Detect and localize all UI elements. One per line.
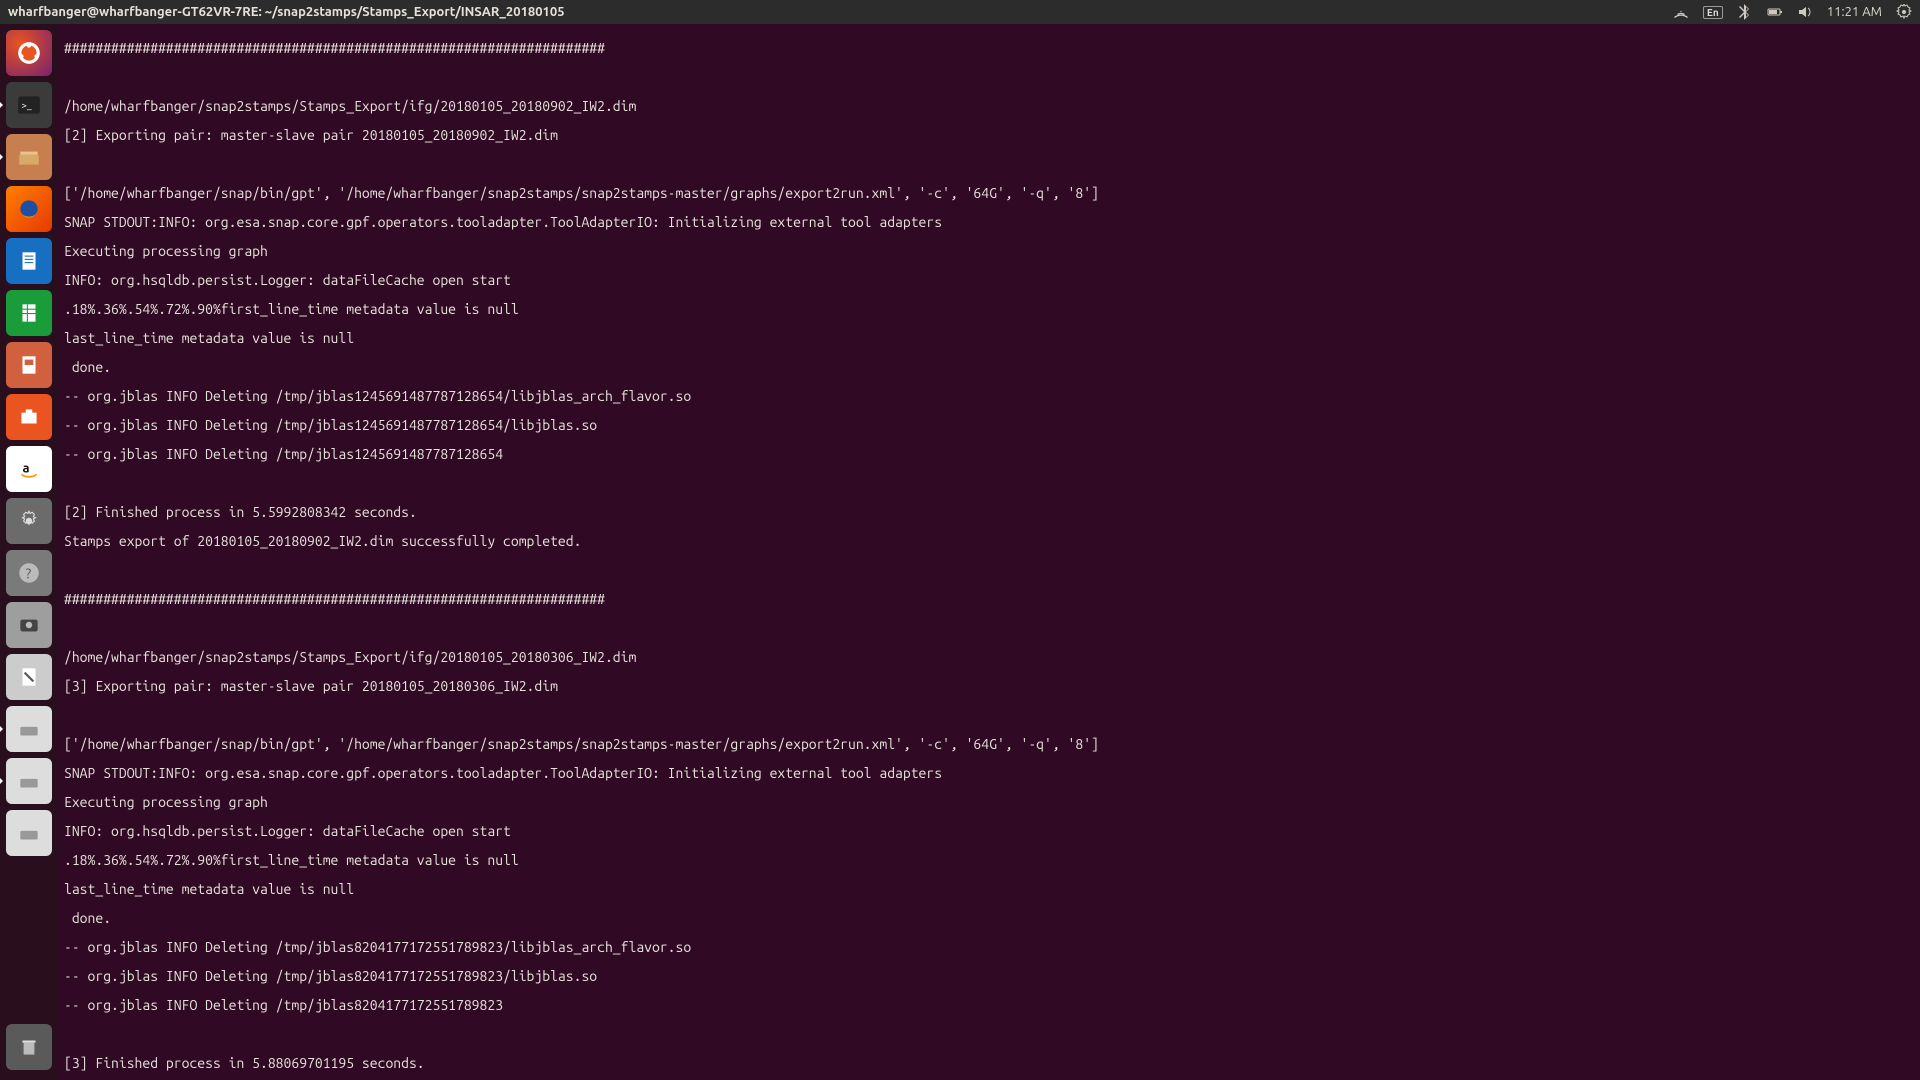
software-app-icon[interactable] — [6, 394, 52, 440]
output-line — [64, 563, 1914, 578]
output-line — [64, 476, 1914, 491]
disk-mount-icon-2[interactable] — [6, 758, 52, 804]
screenshot-app-icon[interactable] — [6, 602, 52, 648]
launcher-dock: >_ a ? — [0, 24, 58, 1080]
top-panel: wharfbanger@wharfbanger-GT62VR-7RE: ~/sn… — [0, 0, 1920, 24]
svg-text:?: ? — [26, 565, 32, 581]
output-line: /home/wharfbanger/snap2stamps/Stamps_Exp… — [64, 650, 1914, 665]
output-line: -- org.jblas INFO Deleting /tmp/jblas124… — [64, 389, 1914, 404]
output-line: done. — [64, 911, 1914, 926]
output-line: [3] Finished process in 5.88069701195 se… — [64, 1056, 1914, 1071]
disk-mount-icon-3[interactable] — [6, 810, 52, 856]
output-line: last_line_time metadata value is null — [64, 882, 1914, 897]
output-line: last_line_time metadata value is null — [64, 331, 1914, 346]
writer-app-icon[interactable] — [6, 238, 52, 284]
clock-text[interactable]: 11:21 AM — [1827, 5, 1882, 19]
output-line: /home/wharfbanger/snap2stamps/Stamps_Exp… — [64, 99, 1914, 114]
terminal-output[interactable]: ########################################… — [58, 24, 1920, 1080]
volume-icon[interactable] — [1797, 4, 1813, 20]
output-line: ['/home/wharfbanger/snap/bin/gpt', '/hom… — [64, 186, 1914, 201]
svg-text:a: a — [23, 461, 30, 475]
disk-mount-icon[interactable] — [6, 706, 52, 752]
output-line: -- org.jblas INFO Deleting /tmp/jblas820… — [64, 998, 1914, 1013]
output-line: ['/home/wharfbanger/snap/bin/gpt', '/hom… — [64, 737, 1914, 752]
output-line: SNAP STDOUT:INFO: org.esa.snap.core.gpf.… — [64, 766, 1914, 781]
output-line — [64, 621, 1914, 636]
files-app-icon[interactable] — [6, 134, 52, 180]
gear-icon[interactable] — [1896, 4, 1912, 20]
window-title: wharfbanger@wharfbanger-GT62VR-7RE: ~/sn… — [8, 5, 565, 19]
settings-app-icon[interactable] — [6, 498, 52, 544]
output-line: -- org.jblas INFO Deleting /tmp/jblas820… — [64, 969, 1914, 984]
output-line: INFO: org.hsqldb.persist.Logger: dataFil… — [64, 273, 1914, 288]
output-line — [64, 708, 1914, 723]
output-line: INFO: org.hsqldb.persist.Logger: dataFil… — [64, 824, 1914, 839]
output-line: .18%.36%.54%.72%.90%first_line_time meta… — [64, 853, 1914, 868]
help-app-icon[interactable]: ? — [6, 550, 52, 596]
output-line: SNAP STDOUT:INFO: org.esa.snap.core.gpf.… — [64, 215, 1914, 230]
output-line: -- org.jblas INFO Deleting /tmp/jblas820… — [64, 940, 1914, 955]
calc-app-icon[interactable] — [6, 290, 52, 336]
output-line: [2] Exporting pair: master-slave pair 20… — [64, 128, 1914, 143]
trash-icon[interactable] — [6, 1024, 52, 1070]
output-line: Executing processing graph — [64, 795, 1914, 810]
text-editor-app-icon[interactable] — [6, 654, 52, 700]
output-line — [64, 70, 1914, 85]
separator-line: ########################################… — [64, 592, 1914, 607]
output-line — [64, 157, 1914, 172]
output-line: done. — [64, 360, 1914, 375]
output-line: -- org.jblas INFO Deleting /tmp/jblas124… — [64, 447, 1914, 462]
output-line: -- org.jblas INFO Deleting /tmp/jblas124… — [64, 418, 1914, 433]
output-line — [64, 1027, 1914, 1042]
bluetooth-icon[interactable] — [1737, 4, 1753, 20]
impress-app-icon[interactable] — [6, 342, 52, 388]
output-line: Stamps export of 20180105_20180902_IW2.d… — [64, 534, 1914, 549]
output-line: .18%.36%.54%.72%.90%first_line_time meta… — [64, 302, 1914, 317]
output-line: Executing processing graph — [64, 244, 1914, 259]
terminal-app-icon[interactable]: >_ — [6, 82, 52, 128]
firefox-app-icon[interactable] — [6, 186, 52, 232]
battery-icon[interactable] — [1767, 4, 1783, 20]
output-line: [2] Finished process in 5.5992808342 sec… — [64, 505, 1914, 520]
dash-home-icon[interactable] — [6, 30, 52, 76]
separator-line: ########################################… — [64, 41, 1914, 56]
svg-text:>_: >_ — [21, 99, 31, 110]
input-source-indicator[interactable]: En — [1703, 6, 1723, 19]
network-icon[interactable] — [1673, 4, 1689, 20]
output-line: [3] Exporting pair: master-slave pair 20… — [64, 679, 1914, 694]
amazon-app-icon[interactable]: a — [6, 446, 52, 492]
